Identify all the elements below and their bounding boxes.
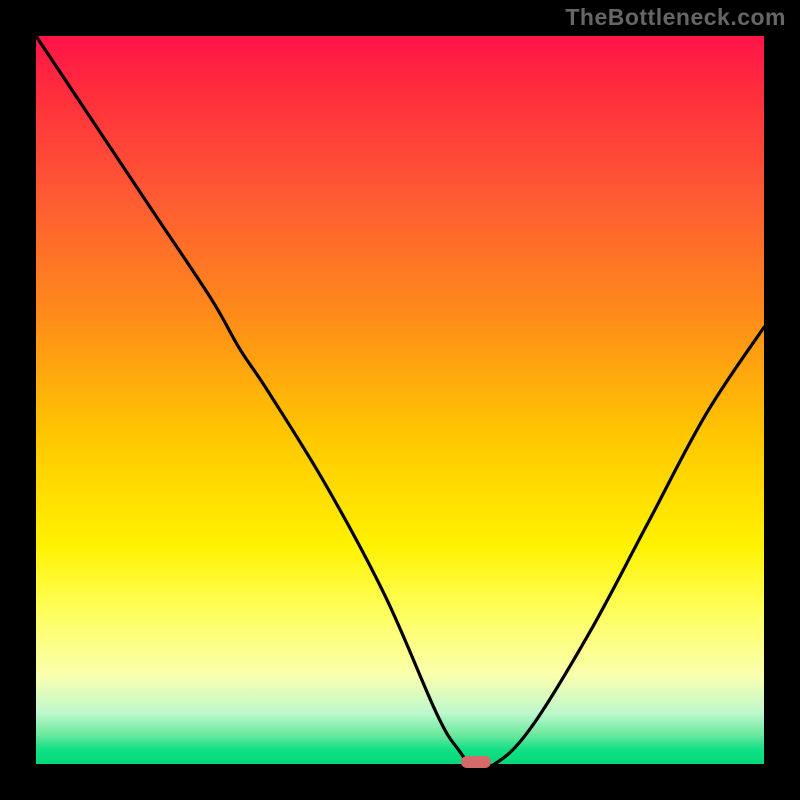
plot-area (36, 36, 764, 764)
chart-frame: TheBottleneck.com (0, 0, 800, 800)
optimal-marker (461, 756, 491, 768)
watermark-text: TheBottleneck.com (565, 4, 786, 31)
bottleneck-curve (36, 36, 764, 764)
